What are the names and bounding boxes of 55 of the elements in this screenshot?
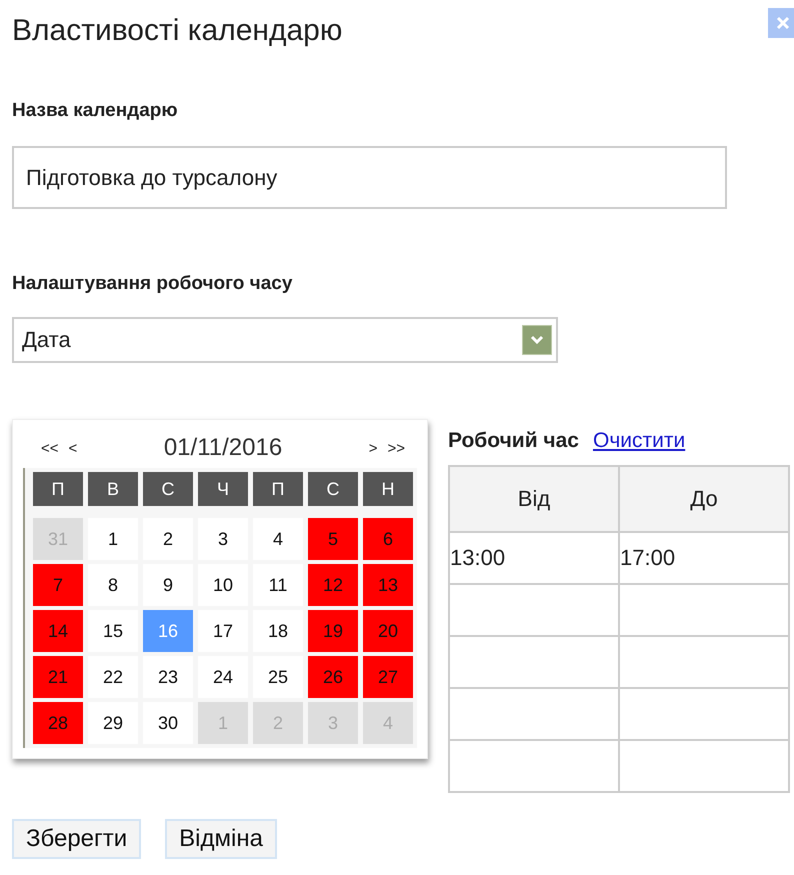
work-time-dropdown[interactable]: Дата bbox=[12, 317, 558, 363]
day-cell[interactable]: 6 bbox=[363, 518, 413, 560]
day-cell[interactable]: 19 bbox=[308, 610, 358, 652]
weekday-header: Н bbox=[363, 472, 413, 506]
weekday-header: П bbox=[253, 472, 303, 506]
day-cell[interactable]: 13 bbox=[363, 564, 413, 606]
weekday-header: С bbox=[143, 472, 193, 506]
weekday-header: Ч bbox=[198, 472, 248, 506]
day-cell[interactable]: 11 bbox=[253, 564, 303, 606]
day-cell[interactable]: 10 bbox=[198, 564, 248, 606]
day-cell[interactable]: 18 bbox=[253, 610, 303, 652]
day-cell[interactable]: 5 bbox=[308, 518, 358, 560]
day-cell[interactable]: 15 bbox=[88, 610, 138, 652]
day-cell[interactable]: 12 bbox=[308, 564, 358, 606]
weekday-header: С bbox=[308, 472, 358, 506]
day-cell[interactable]: 27 bbox=[363, 656, 413, 698]
section-title: Робочий час bbox=[448, 429, 579, 453]
clear-link[interactable]: Очистити bbox=[592, 429, 686, 453]
day-cell[interactable]: 28 bbox=[33, 702, 83, 744]
day-cell[interactable]: 7 bbox=[33, 564, 83, 606]
day-cell[interactable]: 9 bbox=[143, 564, 193, 606]
column-header: До bbox=[619, 466, 789, 532]
field-label: Назва календарю bbox=[12, 100, 179, 122]
day-cell[interactable]: 1 bbox=[88, 518, 138, 560]
day-cell[interactable]: 30 bbox=[143, 702, 193, 744]
day-cell[interactable]: 24 bbox=[198, 656, 248, 698]
day-cell[interactable]: 8 bbox=[88, 564, 138, 606]
field-label: Налаштування робочого часу bbox=[12, 273, 294, 295]
nav-link[interactable]: > bbox=[368, 440, 378, 456]
day-cell[interactable]: 23 bbox=[143, 656, 193, 698]
weekday-header: П bbox=[33, 472, 83, 506]
day-cell[interactable]: 3 bbox=[198, 518, 248, 560]
day-cell[interactable]: 14 bbox=[33, 610, 83, 652]
name-field[interactable]: Підготовка до турсалону bbox=[12, 146, 727, 209]
close-icon[interactable] bbox=[768, 8, 794, 38]
column-header: Від bbox=[449, 466, 619, 532]
day-cell[interactable]: 21 bbox=[33, 656, 83, 698]
day-cell[interactable]: 26 bbox=[308, 656, 358, 698]
month-label: 01/11/2016 bbox=[164, 434, 282, 462]
day-cell[interactable]: 2 bbox=[143, 518, 193, 560]
save-button[interactable]: Зберегти bbox=[12, 819, 142, 859]
day-cell[interactable]: 22 bbox=[88, 656, 138, 698]
day-cell[interactable]: 17 bbox=[198, 610, 248, 652]
cancel-button[interactable]: Відміна bbox=[165, 819, 277, 859]
nav-link[interactable]: << bbox=[41, 440, 59, 456]
day-cell[interactable]: 20 bbox=[363, 610, 413, 652]
dialog-title: Властивості календарю bbox=[12, 13, 342, 48]
day-cell[interactable]: 25 bbox=[253, 656, 303, 698]
table-cell[interactable]: 17:00 bbox=[619, 532, 789, 584]
day-cell[interactable]: 4 bbox=[253, 518, 303, 560]
nav-link[interactable]: >> bbox=[387, 440, 405, 456]
weekday-header: В bbox=[88, 472, 138, 506]
day-cell[interactable]: 29 bbox=[88, 702, 138, 744]
table-cell[interactable]: 13:00 bbox=[449, 532, 619, 584]
nav-link[interactable]: < bbox=[68, 440, 78, 456]
